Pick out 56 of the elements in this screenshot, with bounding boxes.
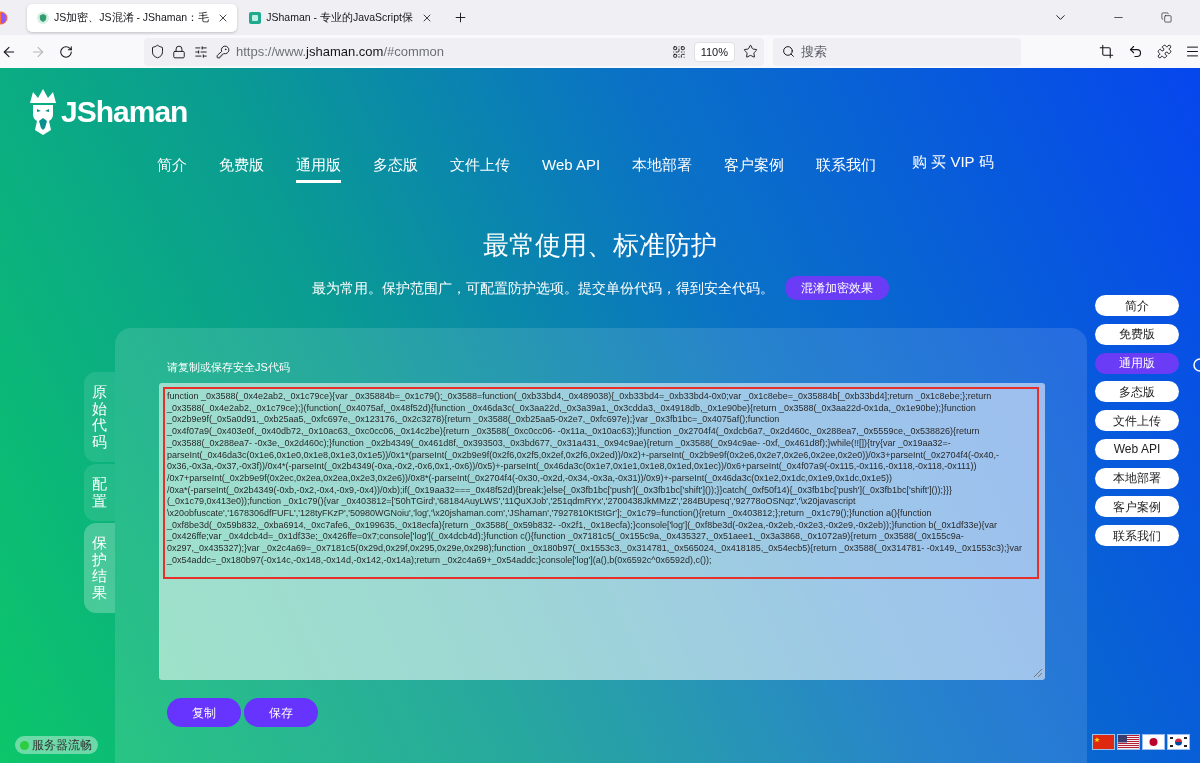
resize-handle-icon[interactable] <box>1034 669 1042 677</box>
quick-nav-button[interactable]: 联系我们 <box>1095 525 1179 546</box>
japan-flag-icon[interactable] <box>1143 735 1164 749</box>
qr-code-icon[interactable] <box>671 44 686 59</box>
hero-title: 最常使用、标准防护 <box>483 229 717 262</box>
search-field[interactable]: 搜索 <box>773 37 1021 66</box>
result-label: 请复制或保存安全JS代码 <box>167 360 290 374</box>
logo-text: JShaman <box>61 94 188 130</box>
quick-nav-button[interactable]: 多态版 <box>1095 381 1179 403</box>
nav-link[interactable]: 联系我们 <box>816 155 877 183</box>
crown-logo-icon <box>27 88 59 136</box>
quick-nav-button[interactable]: 免费版 <box>1095 323 1179 345</box>
lock-icon[interactable] <box>172 44 186 59</box>
key-icon[interactable] <box>216 44 230 59</box>
zoom-level-button[interactable]: 110% <box>693 41 735 62</box>
demo-button[interactable]: 混淆加密效果 <box>784 276 889 300</box>
crop-icon[interactable] <box>1099 44 1114 59</box>
code-output-field[interactable] <box>159 383 1045 680</box>
hero-subtitle: 最为常用。保护范围广，可配置防护选项。提交单份代码，得到安全代码。 <box>311 279 774 298</box>
status-text: 服务器流畅 <box>32 737 92 753</box>
curved-arrow-icon[interactable] <box>1128 44 1143 59</box>
nav-link[interactable]: 简介 <box>157 155 187 183</box>
quick-nav-button[interactable]: 本地部署 <box>1095 467 1179 489</box>
vip-link[interactable]: 购 买 VIP 码 <box>912 152 994 172</box>
restore-window-icon[interactable] <box>1161 12 1172 23</box>
quick-nav-button[interactable]: 通用版 <box>1095 352 1179 374</box>
quick-nav-button[interactable]: Web API <box>1095 438 1179 460</box>
reload-icon[interactable] <box>59 44 73 59</box>
search-icon <box>782 45 795 58</box>
usa-flag-icon[interactable] <box>1118 735 1139 749</box>
shield-icon[interactable] <box>150 44 165 59</box>
korea-flag-icon[interactable] <box>1168 735 1189 749</box>
nav-link[interactable]: 文件上传 <box>450 155 510 183</box>
shield-favicon-icon <box>37 11 49 24</box>
quick-nav-button[interactable]: 文件上传 <box>1095 410 1179 431</box>
new-tab-icon[interactable] <box>452 10 468 25</box>
nav-link[interactable]: 免费版 <box>219 155 264 183</box>
quick-nav-button[interactable]: 客户案例 <box>1095 496 1179 518</box>
browser-logo-icon[interactable] <box>0 10 10 25</box>
nav-link[interactable]: 多态版 <box>373 155 418 183</box>
nav-link[interactable]: 通用版 <box>296 155 341 183</box>
puzzle-icon[interactable] <box>1157 44 1172 59</box>
browser-tab[interactable]: JShaman - 专业的JavaScript保 <box>239 3 441 32</box>
save-button[interactable]: 保存 <box>244 698 318 727</box>
browser-tab[interactable]: JS加密、JS混淆 - JShaman：毛 <box>27 3 238 32</box>
highlighted-code: function _0x3588(_0x4e2ab2,_0x1c79ce){var _0x35884b=_0x1c79();_0x3588=function(_0xb33bd4,_0x489038){_0xb33bd4=_0xb33bd4-0x0;var _0x1c8ebe=_0x35884b[_0xb33bd4];return _0x1c8ebe;};return _0x3588(_0x4e2ab2,_0x1c79ce);}(function(_0x4075af,_0x48f52d){function _0x46da3c(_0x3aa22d,_0x3a39a1,_0x3cdda3,_0x4918db,_0x1e90be){return _0x3588(_0x3aa22d-0x1da,_0x1e90be);}function _0x2b9e9f(_0x5a0d91,_0xb25aa5,_0xfc697e,_0x123176,_0x2c3278){return _0x3588(_0xb25aa5-0x2e7,_0xfc697e);}var _0x3fb1bc=_0x4075af();function _0x4f07a9(_0x403e0f,_0x40db72,_0x10ac63,_0xc0cc06,_0x14c2be){return _0x3588(_0xc0cc06- -0x11a,_0x10ac63);}function _0x2704f4(_0xdcb6a7,_0x2d460c,_0x288ea7,_0x5559ce,_0x538826){return _0x3588(_0x288ea7- -0x3e,_0x2d460c);}function _0x2b4349(_0x461d8f,_0x393503,_0x3bd677,_0x31a431,_0x94c9ae){return _0x3588(_0x94c9ae- -0xf,_0x461d8f);}while(!![]){try{var _0x19aa32=- parseInt(_0x46da3c(0x1e6,0x1e0,0x1e8,0x1e3,0x1e5))/0x1*(parseInt(_0x2b9e9f(0x2f6,0x2f5,0x2ef,0x2f6,0x2ed))/0x2)+-parseInt(_0x2b9e9f(0x2e6,0x2e7,0x2e6,0x2ee,0x2e0))/0x3+parseInt(_0x2704f4(-0x40,- 0x36,-0x3a,-0x37,-0x3f))/0x4*(-parseInt(_0x2b4349(-0xa,-0x2,-0x6,0x1,-0x6))/0x5)+-parseInt(_0x46da3c(0x1e7,0x1e1,0x1e8,0x1ed,0x1ec))/0x6+parseInt(_0x4f07a9(-0x115,-0x116,-0x118,-0x118,-0x111)) /0x7+parseInt(_0x2b9e9f(0x2ec,0x2ea,0x2ea,0x2e3,0x2e6))/0x8*(-parseInt(_0x2704f4(-0x30,-0x2d,-0x34,-0x3a,-0x31))/0x9)+-parseInt(_0x46da3c(0x1e2,0x1dc,0x1e9,0x1dc,0x1e5)) /0xa*(-parseInt(_0x2b4349(-0xb,-0x2,-0x4,-0x9,-0x4))/0xb);if(_0x19aa32===_0x48f52d){break;}else{_0x3fb1bc['push'](_0x3fb1bc['shift']());}}catch(_0xf50f14){_0x3fb1bc['push'](_0x3fb1bc['shift']());}}} (_0x1c79,0x413e0));function _0x1c79(){var _0x403812=['50hTGird','68184AuyLWS','11QuXJob','251qdmRYx','2700438JkMMzZ','284BUpesq','92778oOSNqz','\x20javascript \x20obfuscate','1678306dfFUFL','128tyFKzP','50980WGNoiu','log','\x20jshaman.com','JShaman','7927810KtStGr'];_0x1c79=function(){return _0x403812;};return _0x1c79();}function a(){function _0xf8be3d(_0x59b832,_0xba6914,_0xc7afe6,_0x199635,_0x18ecfa){return _0x3588(_0x59b832- -0x2f1,_0x18ecfa);}console['log'](_0xf8be3d(-0x2ea,-0x2eb,-0x2e3,-0x2e9,-0x2eb));}function b(_0x1df33e){var _0x426ffe;var _0x4dcb4d=_0x1df33e;_0x426ffe=0x7;console['log'](_0x4dcb4d);}function c(){function _0x7181c5(_0x155c9a,_0x435327,_0x51aee1,_0x3a3868,_0x1072a9){return _0x3588(_0x155c9a- 0x297,_0x435327);}var _0x2c4a69=_0x7181c5(0x29d,0x29f,0x295,0x29e,0x298);function _0x180b97(_0x1553c3,_0x314781,_0x565024,_0x418185,_0x54ecb5){return _0x3588(_0x314781- -0x149,_0x1553c3);}var _0x54addc=_0x180b97(-0x14c,-0x148,-0x14d,-0x142,-0x14a);return _0x2c4a69+_0x54addc;}console['log'](a(),b(0x6592c^0x6592d),c()); <box>163 387 1039 579</box>
address-bar[interactable]: https://www.jshaman.com/#common 110% <box>144 37 764 66</box>
copy-button[interactable]: 复制 <box>167 698 241 727</box>
page-favicon-icon <box>249 11 262 24</box>
nav-link[interactable]: Web API <box>542 155 601 183</box>
menu-icon[interactable] <box>1185 44 1200 59</box>
star-icon[interactable] <box>743 44 758 59</box>
nav-link[interactable]: 本地部署 <box>632 155 693 183</box>
nav-link[interactable]: 客户案例 <box>724 155 785 183</box>
sliders-icon[interactable] <box>194 44 208 59</box>
quick-nav-button[interactable]: 简介 <box>1095 295 1179 316</box>
